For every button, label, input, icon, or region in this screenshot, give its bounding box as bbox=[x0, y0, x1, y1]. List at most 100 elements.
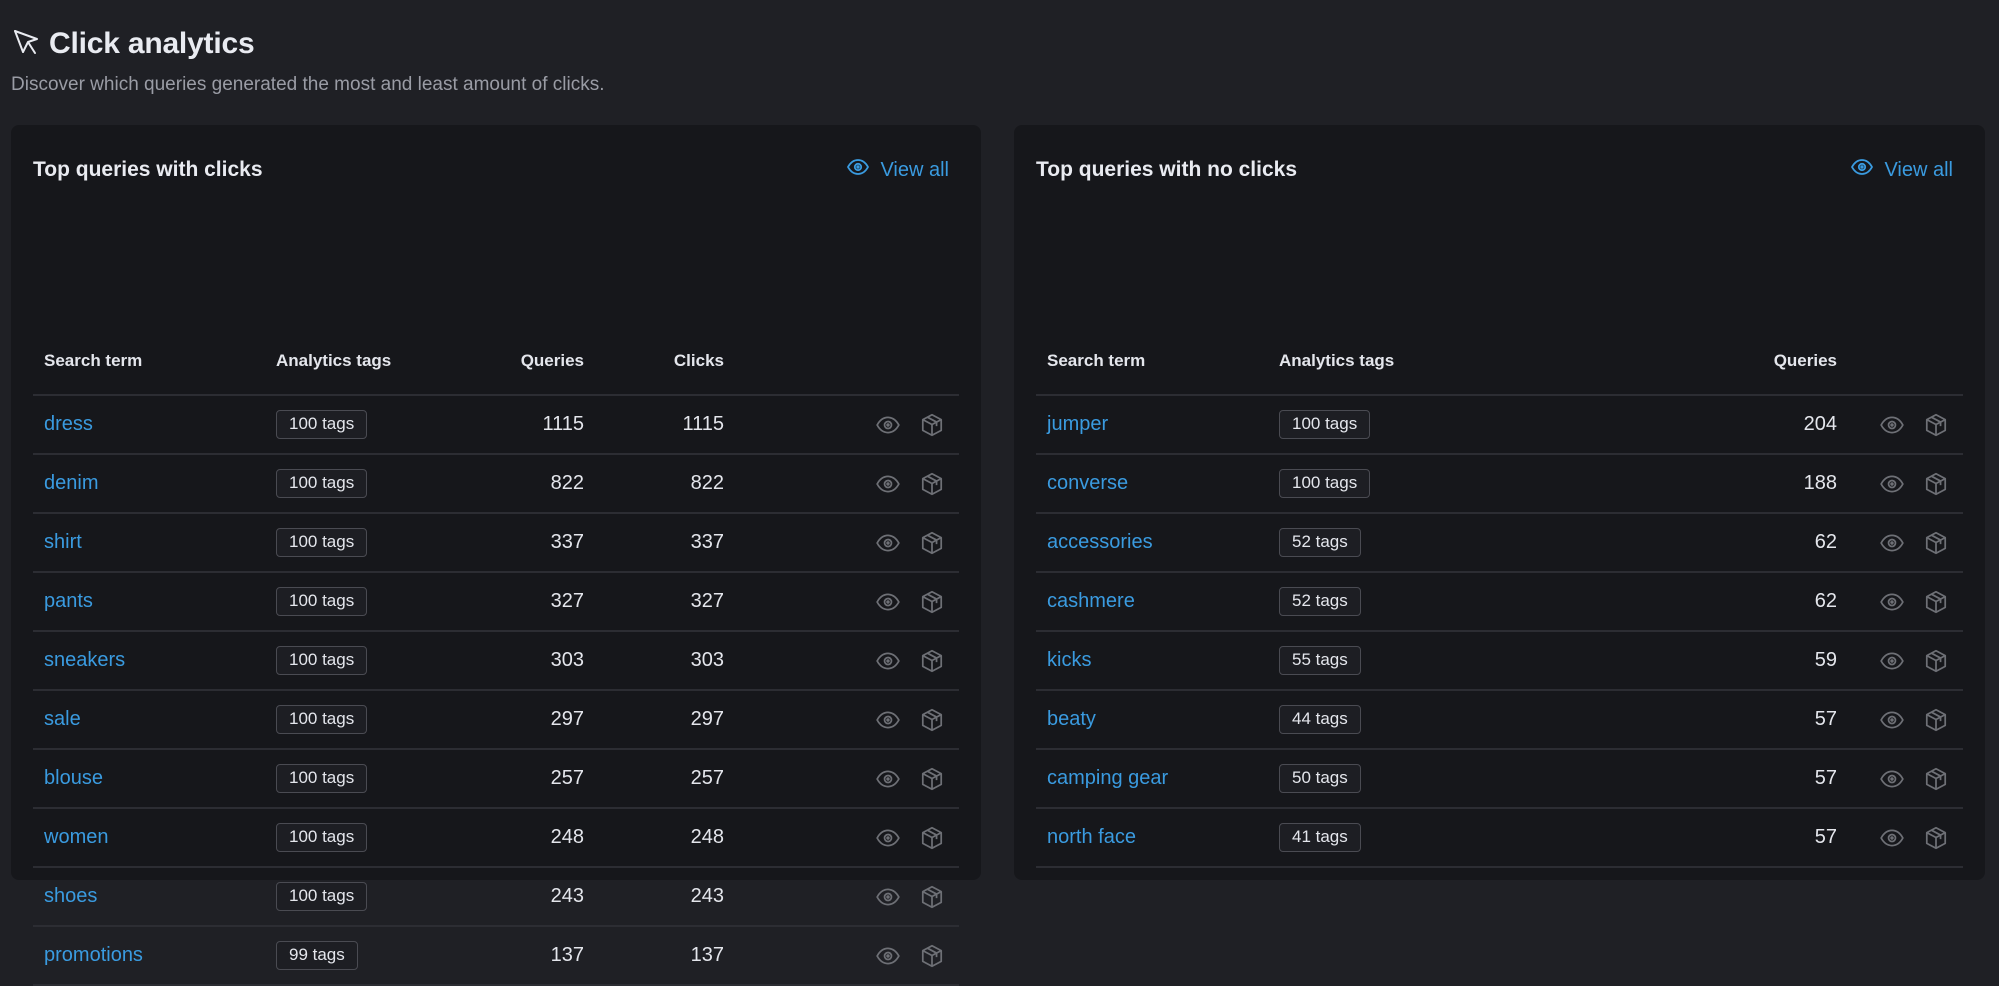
package-icon[interactable] bbox=[919, 589, 945, 615]
tags-badge[interactable]: 100 tags bbox=[276, 882, 368, 911]
analytics-tags-cell: 100 tags bbox=[265, 749, 465, 809]
row-actions bbox=[1848, 749, 1963, 809]
tags-badge[interactable]: 100 tags bbox=[276, 587, 368, 616]
eye-icon[interactable] bbox=[875, 825, 901, 851]
search-term-link[interactable]: beaty bbox=[1036, 690, 1268, 750]
eye-icon[interactable] bbox=[1879, 530, 1905, 556]
clicks-value: 257 bbox=[595, 749, 735, 809]
table-row: camping gear 50 tags 57 bbox=[1036, 749, 1963, 809]
eye-icon[interactable] bbox=[1879, 766, 1905, 792]
tags-badge[interactable]: 52 tags bbox=[1279, 587, 1361, 616]
eye-icon[interactable] bbox=[1879, 589, 1905, 615]
row-actions bbox=[1848, 395, 1963, 455]
search-term-link[interactable]: pants bbox=[33, 572, 265, 632]
search-term-link[interactable]: accessories bbox=[1036, 513, 1268, 573]
tags-badge[interactable]: 100 tags bbox=[276, 410, 368, 439]
package-icon[interactable] bbox=[919, 648, 945, 674]
search-term-link[interactable]: north face bbox=[1036, 808, 1268, 868]
column-header-search-term[interactable]: Search term bbox=[33, 351, 265, 396]
view-all-label: View all bbox=[880, 158, 949, 181]
tags-badge[interactable]: 100 tags bbox=[276, 528, 368, 557]
panel-title: Top queries with no clicks bbox=[1036, 158, 1297, 181]
column-header-search-term[interactable]: Search term bbox=[1036, 351, 1268, 396]
analytics-tags-cell: 100 tags bbox=[265, 513, 465, 573]
search-term-link[interactable]: sneakers bbox=[33, 631, 265, 691]
column-header-analytics-tags[interactable]: Analytics tags bbox=[1268, 351, 1468, 396]
row-actions bbox=[735, 572, 959, 632]
column-header-actions bbox=[735, 351, 959, 396]
analytics-tags-cell: 44 tags bbox=[1268, 690, 1468, 750]
package-icon[interactable] bbox=[1923, 530, 1949, 556]
column-header-queries[interactable]: Queries bbox=[1468, 351, 1848, 396]
eye-icon[interactable] bbox=[875, 412, 901, 438]
search-term-link[interactable]: cashmere bbox=[1036, 572, 1268, 632]
eye-icon[interactable] bbox=[875, 943, 901, 969]
package-icon[interactable] bbox=[1923, 648, 1949, 674]
table-row: pants 100 tags 327 327 bbox=[33, 572, 959, 632]
search-term-link[interactable]: denim bbox=[33, 454, 265, 514]
tags-badge[interactable]: 44 tags bbox=[1279, 705, 1361, 734]
eye-icon[interactable] bbox=[875, 589, 901, 615]
tags-badge[interactable]: 55 tags bbox=[1279, 646, 1361, 675]
tags-badge[interactable]: 100 tags bbox=[276, 764, 368, 793]
queries-value: 57 bbox=[1468, 808, 1848, 868]
tags-badge[interactable]: 50 tags bbox=[1279, 764, 1361, 793]
queries-value: 822 bbox=[465, 454, 595, 514]
package-icon[interactable] bbox=[919, 766, 945, 792]
search-term-link[interactable]: sale bbox=[33, 690, 265, 750]
table-row: shoes 100 tags 243 243 bbox=[33, 867, 959, 927]
eye-icon[interactable] bbox=[1879, 412, 1905, 438]
package-icon[interactable] bbox=[919, 825, 945, 851]
column-header-queries[interactable]: Queries bbox=[465, 351, 595, 396]
search-term-link[interactable]: women bbox=[33, 808, 265, 868]
view-all-clicks-link[interactable]: View all bbox=[846, 155, 949, 185]
package-icon[interactable] bbox=[919, 530, 945, 556]
search-term-link[interactable]: jumper bbox=[1036, 395, 1268, 455]
tags-badge[interactable]: 100 tags bbox=[276, 705, 368, 734]
package-icon[interactable] bbox=[919, 707, 945, 733]
tags-badge[interactable]: 100 tags bbox=[276, 823, 368, 852]
column-header-clicks[interactable]: Clicks bbox=[595, 351, 735, 396]
analytics-tags-cell: 100 tags bbox=[265, 690, 465, 750]
package-icon[interactable] bbox=[1923, 412, 1949, 438]
eye-icon[interactable] bbox=[1879, 648, 1905, 674]
search-term-link[interactable]: camping gear bbox=[1036, 749, 1268, 809]
search-term-link[interactable]: shirt bbox=[33, 513, 265, 573]
package-icon[interactable] bbox=[919, 412, 945, 438]
tags-badge[interactable]: 100 tags bbox=[276, 469, 368, 498]
search-term-link[interactable]: kicks bbox=[1036, 631, 1268, 691]
tags-badge[interactable]: 100 tags bbox=[1279, 410, 1371, 439]
search-term-link[interactable]: blouse bbox=[33, 749, 265, 809]
tags-badge[interactable]: 100 tags bbox=[1279, 469, 1371, 498]
search-term-link[interactable]: converse bbox=[1036, 454, 1268, 514]
tags-badge[interactable]: 52 tags bbox=[1279, 528, 1361, 557]
search-term-link[interactable]: dress bbox=[33, 395, 265, 455]
tags-badge[interactable]: 99 tags bbox=[276, 941, 358, 970]
clicks-table: Search term Analytics tags Queries Click… bbox=[33, 351, 959, 986]
eye-icon[interactable] bbox=[875, 707, 901, 733]
package-icon[interactable] bbox=[919, 471, 945, 497]
package-icon[interactable] bbox=[1923, 825, 1949, 851]
eye-icon[interactable] bbox=[875, 530, 901, 556]
clicks-value: 822 bbox=[595, 454, 735, 514]
package-icon[interactable] bbox=[919, 943, 945, 969]
search-term-link[interactable]: promotions bbox=[33, 926, 265, 986]
no-clicks-table: Search term Analytics tags Queries jumpe… bbox=[1036, 351, 1963, 868]
view-all-no-clicks-link[interactable]: View all bbox=[1850, 155, 1953, 185]
package-icon[interactable] bbox=[1923, 766, 1949, 792]
tags-badge[interactable]: 41 tags bbox=[1279, 823, 1361, 852]
table-row: dress 100 tags 1115 1115 bbox=[33, 395, 959, 455]
eye-icon[interactable] bbox=[875, 766, 901, 792]
tags-badge[interactable]: 100 tags bbox=[276, 646, 368, 675]
eye-icon[interactable] bbox=[875, 471, 901, 497]
eye-icon[interactable] bbox=[1879, 471, 1905, 497]
search-term-link[interactable]: shoes bbox=[33, 867, 265, 927]
column-header-analytics-tags[interactable]: Analytics tags bbox=[265, 351, 465, 396]
package-icon[interactable] bbox=[1923, 471, 1949, 497]
package-icon[interactable] bbox=[1923, 707, 1949, 733]
eye-icon[interactable] bbox=[875, 648, 901, 674]
eye-icon[interactable] bbox=[1879, 825, 1905, 851]
package-icon[interactable] bbox=[1923, 589, 1949, 615]
row-actions bbox=[1848, 454, 1963, 514]
eye-icon[interactable] bbox=[1879, 707, 1905, 733]
